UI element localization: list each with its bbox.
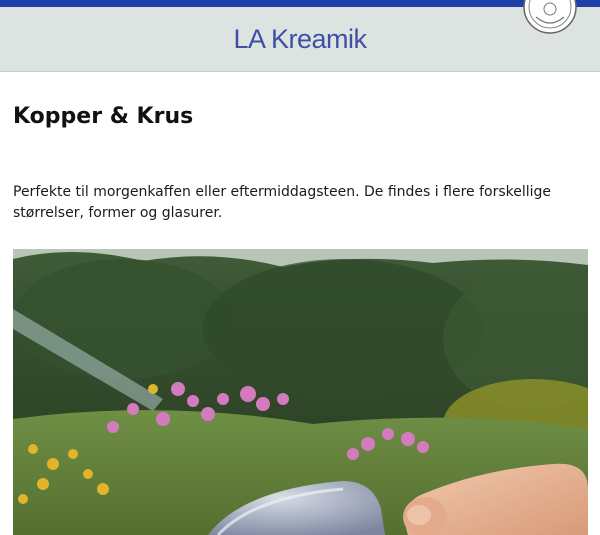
top-accent-bar — [0, 0, 600, 7]
page-title: Kopper & Krus — [13, 104, 194, 129]
product-photo — [13, 249, 588, 535]
site-title[interactable]: LA Kreamik — [0, 24, 600, 55]
intro-text: Perfekte til morgenkaffen eller eftermid… — [13, 184, 552, 221]
site-header: LA Kreamik — [0, 0, 600, 72]
circular-stamp-logo-icon[interactable] — [522, 0, 578, 37]
